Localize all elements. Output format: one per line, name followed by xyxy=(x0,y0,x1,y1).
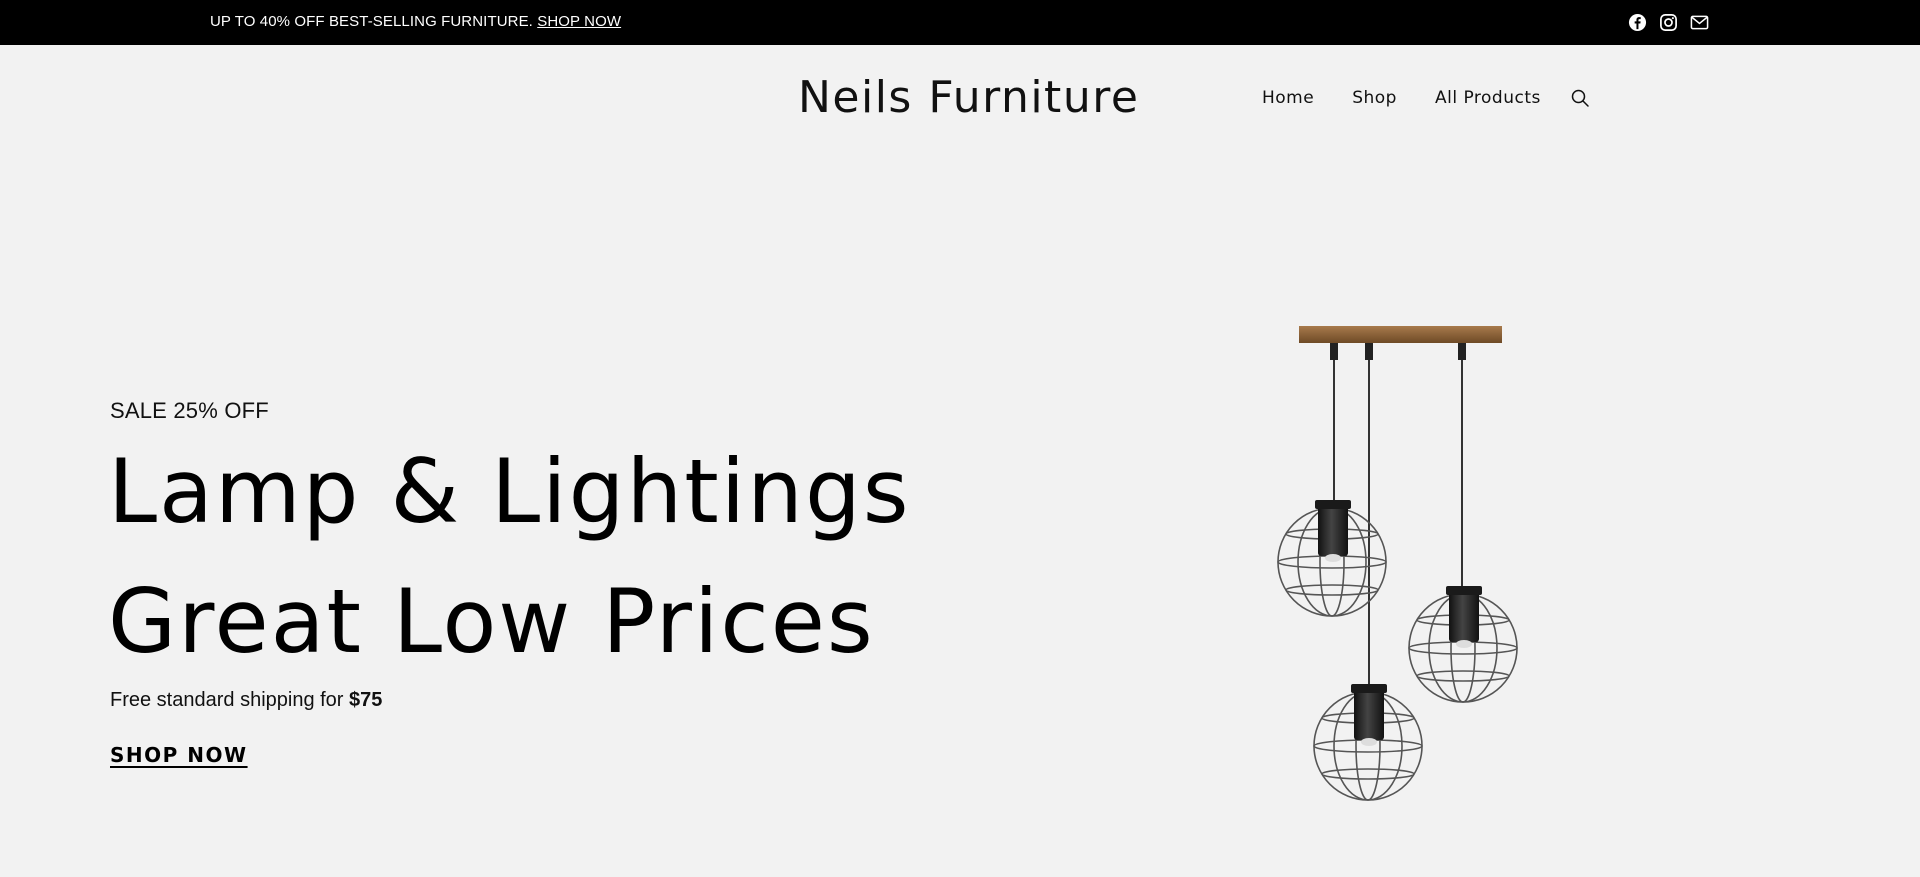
hero-title-line-1: Lamp & Lightings xyxy=(108,440,911,543)
shipping-note: Free standard shipping for $75 xyxy=(110,689,382,712)
hero-title-line-2: Great Low Prices xyxy=(108,570,875,673)
nav-all-products[interactable]: All Products xyxy=(1435,88,1541,108)
site-logo[interactable]: Neils Furniture xyxy=(798,72,1139,123)
hero-shop-now-button[interactable]: SHOP NOW xyxy=(110,743,248,767)
search-icon[interactable] xyxy=(1570,88,1590,108)
nav-home[interactable]: Home xyxy=(1262,88,1314,108)
promo-shop-now-link[interactable]: SHOP NOW xyxy=(537,13,621,30)
announcement-bar: UP TO 40% OFF BEST-SELLING FURNITURE. SH… xyxy=(0,0,1920,45)
main-nav: Home Shop All Products xyxy=(1262,88,1541,108)
mail-icon[interactable] xyxy=(1690,13,1709,32)
social-links xyxy=(1628,13,1709,32)
promo-message: UP TO 40% OFF BEST-SELLING FURNITURE. SH… xyxy=(210,13,621,30)
shipping-amount: $75 xyxy=(349,689,383,711)
facebook-icon[interactable] xyxy=(1628,13,1647,32)
promo-text: UP TO 40% OFF BEST-SELLING FURNITURE. xyxy=(210,13,533,30)
shipping-text: Free standard shipping for xyxy=(110,689,350,711)
pendant-lamp-image xyxy=(1270,318,1570,812)
nav-shop[interactable]: Shop xyxy=(1352,88,1397,108)
instagram-icon[interactable] xyxy=(1659,13,1678,32)
hero-subtitle: SALE 25% OFF xyxy=(110,398,269,423)
